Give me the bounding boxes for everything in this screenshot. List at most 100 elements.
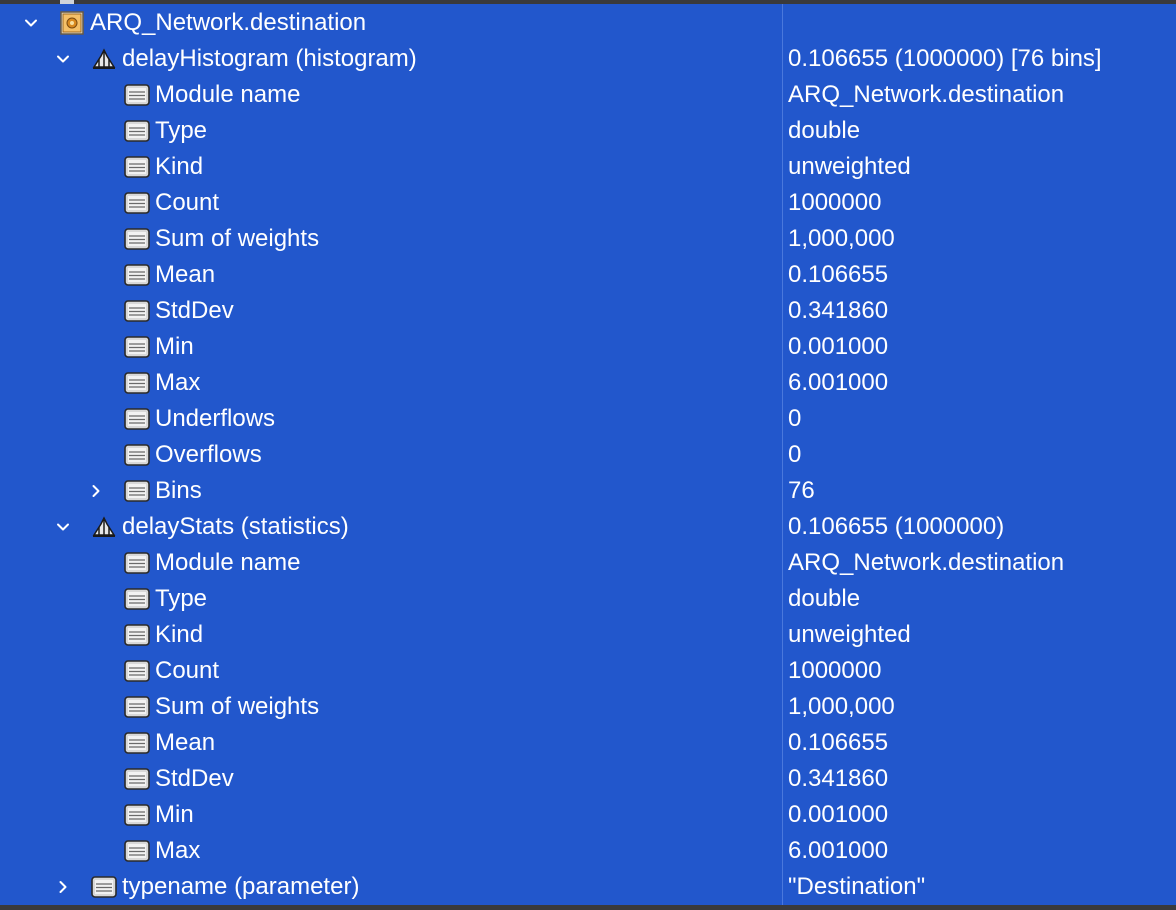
row-label: Count — [155, 189, 220, 216]
window-bottom-border — [0, 905, 1176, 910]
row-label: Overflows — [155, 441, 262, 468]
field-icon — [123, 191, 151, 215]
tree-row-field[interactable]: Type double — [0, 581, 1176, 617]
row-label: Underflows — [155, 405, 276, 432]
row-value: 0.106655 — [788, 729, 889, 756]
tree-row-field[interactable]: StdDev 0.341860 — [0, 293, 1176, 329]
field-icon — [123, 623, 151, 647]
chevron-right-icon[interactable] — [55, 869, 71, 905]
row-label: Max — [155, 369, 201, 396]
row-value: unweighted — [788, 621, 911, 648]
row-label: Sum of weights — [155, 693, 320, 720]
row-value: 0.001000 — [788, 333, 889, 360]
tree-row-field[interactable]: Max 6.001000 — [0, 365, 1176, 401]
row-label: Kind — [155, 621, 204, 648]
tree-row-field[interactable]: Sum of weights 1,000,000 — [0, 221, 1176, 257]
field-icon — [123, 263, 151, 287]
module-icon — [58, 11, 86, 35]
tree-row-field[interactable]: Mean 0.106655 — [0, 725, 1176, 761]
field-icon — [123, 839, 151, 863]
row-value: "Destination" — [788, 873, 926, 900]
row-label: Module name — [155, 81, 301, 108]
row-value: 1000000 — [788, 189, 882, 216]
row-label: delayStats (statistics) — [122, 513, 349, 540]
row-value: 1000000 — [788, 657, 882, 684]
row-label: Min — [155, 801, 194, 828]
tree-row-group[interactable]: delayHistogram (histogram) 0.106655 (1000… — [0, 41, 1176, 77]
row-label: Type — [155, 585, 208, 612]
row-label: StdDev — [155, 297, 234, 324]
field-icon — [123, 551, 151, 575]
tree-row-field[interactable]: Overflows 0 — [0, 437, 1176, 473]
row-label: Count — [155, 657, 220, 684]
tree-row-root[interactable]: ARQ_Network.destination — [0, 5, 1176, 41]
row-value: 0.106655 (1000000) [76 bins] — [788, 45, 1102, 72]
row-label: Bins — [155, 477, 202, 504]
row-label: ARQ_Network.destination — [90, 9, 367, 36]
chevron-right-icon[interactable] — [88, 473, 104, 509]
chevron-down-icon[interactable] — [23, 5, 39, 41]
tree-row-field[interactable]: Kind unweighted — [0, 617, 1176, 653]
row-value: 0.106655 — [788, 261, 889, 288]
row-value: ARQ_Network.destination — [788, 549, 1065, 576]
field-icon — [123, 83, 151, 107]
row-value: 0.341860 — [788, 765, 889, 792]
tree-row-field[interactable]: Min 0.001000 — [0, 797, 1176, 833]
row-value: 0.341860 — [788, 297, 889, 324]
tree-row-field[interactable]: Mean 0.106655 — [0, 257, 1176, 293]
row-label: Sum of weights — [155, 225, 320, 252]
field-icon — [123, 587, 151, 611]
row-value: 1,000,000 — [788, 693, 895, 720]
row-label: delayHistogram (histogram) — [122, 45, 417, 72]
row-value: 6.001000 — [788, 369, 889, 396]
field-icon — [123, 407, 151, 431]
tree-row-field[interactable]: Bins 76 — [0, 473, 1176, 509]
chevron-down-icon[interactable] — [55, 509, 71, 545]
row-value: 0 — [788, 441, 802, 468]
row-label: StdDev — [155, 765, 234, 792]
row-label: typename (parameter) — [122, 873, 360, 900]
field-icon — [123, 119, 151, 143]
row-value: 1,000,000 — [788, 225, 895, 252]
row-value: ARQ_Network.destination — [788, 81, 1065, 108]
tree-row-field[interactable]: StdDev 0.341860 — [0, 761, 1176, 797]
tree-row-field[interactable]: Sum of weights 1,000,000 — [0, 689, 1176, 725]
tree-row-field[interactable]: Max 6.001000 — [0, 833, 1176, 869]
row-label: Type — [155, 117, 208, 144]
row-label: Max — [155, 837, 201, 864]
tree-row-field[interactable]: Kind unweighted — [0, 149, 1176, 185]
field-icon — [123, 767, 151, 791]
tree-row-parameter[interactable]: typename (parameter) "Destination" — [0, 869, 1176, 905]
row-value: 0.001000 — [788, 801, 889, 828]
tree-row-field[interactable]: Module name ARQ_Network.destination — [0, 77, 1176, 113]
row-value: unweighted — [788, 153, 911, 180]
row-label: Kind — [155, 153, 204, 180]
tree-row-field[interactable]: Module name ARQ_Network.destination — [0, 545, 1176, 581]
field-icon — [123, 227, 151, 251]
tree-row-field[interactable]: Min 0.001000 — [0, 329, 1176, 365]
field-icon — [123, 659, 151, 683]
tree-row-field[interactable]: Underflows 0 — [0, 401, 1176, 437]
field-icon — [123, 371, 151, 395]
row-value: double — [788, 117, 861, 144]
tree-row-field[interactable]: Type double — [0, 113, 1176, 149]
tree-row-field[interactable]: Count 1000000 — [0, 653, 1176, 689]
field-icon — [123, 299, 151, 323]
field-icon — [123, 695, 151, 719]
row-label: Mean — [155, 729, 216, 756]
row-value: 0 — [788, 405, 802, 432]
statistics-icon — [90, 515, 118, 539]
row-label: Module name — [155, 549, 301, 576]
field-icon — [123, 803, 151, 827]
scroll-indicator — [60, 0, 74, 4]
chevron-down-icon[interactable] — [55, 41, 71, 77]
row-value: 0.106655 (1000000) — [788, 513, 1005, 540]
tree-row-field[interactable]: Count 1000000 — [0, 185, 1176, 221]
row-value: 6.001000 — [788, 837, 889, 864]
tree-row-group[interactable]: delayStats (statistics) 0.106655 (1000000… — [0, 509, 1176, 545]
field-icon — [123, 443, 151, 467]
field-icon — [123, 335, 151, 359]
parameter-icon — [90, 875, 118, 899]
row-label: Min — [155, 333, 194, 360]
properties-tree: ARQ_Network.destination delayHistogram (h… — [0, 5, 1176, 905]
